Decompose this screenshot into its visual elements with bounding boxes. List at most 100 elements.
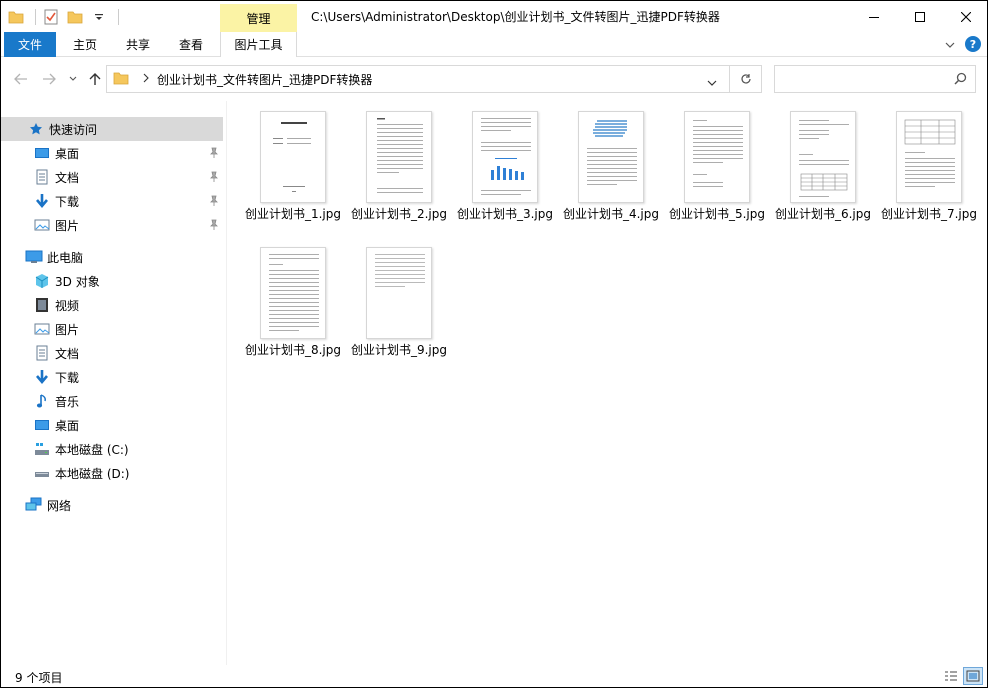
back-button[interactable] (11, 69, 31, 89)
refresh-icon (740, 74, 751, 84)
nav-downloads[interactable]: 下载 (1, 365, 223, 389)
nav-label: 文档 (55, 346, 80, 361)
quick-access-toolbar (7, 6, 119, 28)
address-dropdown-icon[interactable] (707, 75, 717, 89)
nav-desktop[interactable]: 桌面 (1, 413, 223, 437)
explorer-window: 管理 C:\Users\Administrator\Desktop\创业计划书_… (1, 1, 987, 687)
nav-quick-access[interactable]: 快速访问 (1, 117, 223, 141)
recent-locations-button[interactable] (63, 69, 83, 89)
file-item[interactable]: 创业计划书_9.jpg (346, 237, 452, 371)
forward-button[interactable] (39, 69, 59, 89)
nav-network[interactable]: 网络 (1, 493, 223, 517)
address-row: 创业计划书_文件转图片_迅捷PDF转换器 (1, 57, 987, 101)
address-bar[interactable]: 创业计划书_文件转图片_迅捷PDF转换器 (106, 65, 730, 93)
nav-local-disk-c[interactable]: 本地磁盘 (C:) (1, 437, 223, 461)
folder-icon (7, 8, 25, 26)
new-folder-icon[interactable] (66, 8, 84, 26)
nav-3d-objects[interactable]: 3D 对象 (1, 269, 223, 293)
nav-videos[interactable]: 视频 (1, 293, 223, 317)
file-name: 创业计划书_3.jpg (456, 207, 554, 221)
nav-music[interactable]: 音乐 (1, 389, 223, 413)
search-input[interactable] (781, 66, 951, 92)
pin-icon[interactable] (209, 195, 219, 207)
file-item[interactable]: 创业计划书_7.jpg (876, 101, 982, 235)
image-thumbnail (790, 111, 856, 203)
nav-documents[interactable]: 文档 (1, 341, 223, 365)
computer-icon (25, 248, 43, 266)
tab-share[interactable]: 共享 (116, 32, 160, 57)
close-button[interactable] (943, 1, 987, 32)
image-thumbnail (578, 111, 644, 203)
file-name: 创业计划书_9.jpg (350, 343, 448, 357)
customize-toolbar-icon[interactable] (90, 8, 108, 26)
star-icon (27, 120, 45, 138)
file-item[interactable]: 创业计划书_6.jpg (770, 101, 876, 235)
image-thumbnail (684, 111, 750, 203)
tab-view[interactable]: 查看 (169, 32, 213, 57)
pin-icon[interactable] (209, 147, 219, 159)
image-thumbnail (472, 111, 538, 203)
nav-label: 图片 (55, 218, 80, 233)
tab-file[interactable]: 文件 (4, 32, 56, 57)
search-box[interactable] (774, 65, 976, 93)
status-bar: 9 个项目 (1, 665, 987, 687)
nav-label: 网络 (47, 498, 72, 513)
tab-picture-tools[interactable]: 图片工具 (220, 32, 297, 57)
file-name: 创业计划书_4.jpg (562, 207, 660, 221)
pictures-icon (33, 320, 51, 338)
breadcrumb[interactable]: 创业计划书_文件转图片_迅捷PDF转换器 (157, 71, 372, 88)
nav-label: 本地磁盘 (D:) (55, 466, 130, 481)
up-button[interactable] (85, 69, 105, 89)
maximize-button[interactable] (897, 1, 943, 32)
large-icons-view-button[interactable] (963, 667, 983, 685)
navigation-pane: 快速访问 桌面 文档 下载 图片 此电脑 3D 对象 视频 图片 文档 下载 音… (1, 101, 227, 665)
details-view-icon (945, 671, 957, 681)
file-name: 创业计划书_7.jpg (880, 207, 978, 221)
refresh-button[interactable] (730, 65, 762, 93)
nav-label: 图片 (55, 322, 80, 337)
nav-pictures[interactable]: 图片 (1, 317, 223, 341)
pin-icon[interactable] (209, 219, 219, 231)
ribbon-tabs: 文件 主页 共享 查看 图片工具 ? (1, 32, 987, 57)
help-icon[interactable]: ? (965, 36, 981, 52)
title-bar: 管理 C:\Users\Administrator\Desktop\创业计划书_… (1, 1, 987, 32)
nav-label: 此电脑 (47, 250, 84, 265)
image-thumbnail (366, 247, 432, 339)
nav-label: 音乐 (55, 394, 80, 409)
nav-quick-downloads[interactable]: 下载 (1, 189, 223, 213)
nav-local-disk-d[interactable]: 本地磁盘 (D:) (1, 461, 223, 485)
file-name: 创业计划书_8.jpg (244, 343, 342, 357)
file-item[interactable]: 创业计划书_3.jpg (452, 101, 558, 235)
search-icon[interactable] (954, 72, 967, 88)
nav-this-pc[interactable]: 此电脑 (1, 245, 223, 269)
image-thumbnail (366, 111, 432, 203)
nav-quick-documents[interactable]: 文档 (1, 165, 223, 189)
3d-objects-icon (33, 272, 51, 290)
file-item[interactable]: 创业计划书_2.jpg (346, 101, 452, 235)
manage-context-tab[interactable]: 管理 (220, 4, 297, 32)
tab-home[interactable]: 主页 (63, 32, 107, 57)
file-name: 创业计划书_2.jpg (350, 207, 448, 221)
download-icon (33, 368, 51, 386)
ribbon-controls: ? (945, 36, 981, 52)
file-item[interactable]: 创业计划书_4.jpg (558, 101, 664, 235)
window-title: C:\Users\Administrator\Desktop\创业计划书_文件转… (311, 10, 720, 24)
details-view-button[interactable] (941, 667, 961, 685)
nav-label: 文档 (55, 170, 80, 185)
pin-icon[interactable] (209, 171, 219, 183)
properties-icon[interactable] (42, 8, 60, 26)
file-item[interactable]: 创业计划书_1.jpg (240, 101, 346, 235)
breadcrumb-chevron-icon[interactable] (143, 73, 149, 86)
file-item[interactable]: 创业计划书_5.jpg (664, 101, 770, 235)
expand-ribbon-icon[interactable] (945, 37, 955, 51)
file-item[interactable]: 创业计划书_8.jpg (240, 237, 346, 371)
file-name: 创业计划书_5.jpg (668, 207, 766, 221)
file-name: 创业计划书_1.jpg (244, 207, 342, 221)
nav-label: 桌面 (55, 418, 80, 433)
nav-label: 视频 (55, 298, 80, 313)
minimize-button[interactable] (851, 1, 897, 32)
nav-quick-desktop[interactable]: 桌面 (1, 141, 223, 165)
nav-quick-pictures[interactable]: 图片 (1, 213, 223, 237)
folder-icon (113, 71, 129, 88)
file-list: 创业计划书_1.jpg 创业计划书_2.jpg 创业计划书_3.jpg 创业计划… (228, 101, 987, 665)
